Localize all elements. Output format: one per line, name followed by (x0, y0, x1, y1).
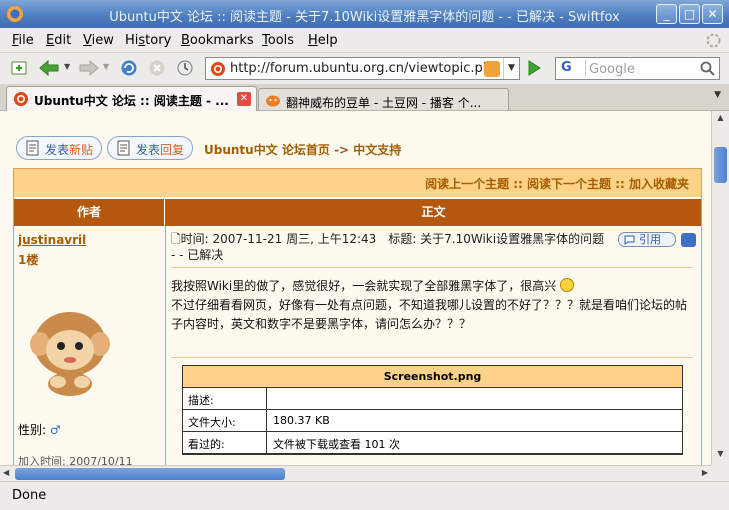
maximize-button[interactable]: □ (679, 4, 700, 24)
smile-emoticon-icon (560, 278, 575, 292)
menu-bar: File Edit View History Bookmarks Tools H… (0, 28, 729, 53)
vertical-scrollbar[interactable]: ▲ ▼ (711, 111, 729, 465)
attachment-row: 描述: (183, 388, 682, 410)
header-body: 正文 (421, 205, 446, 219)
tab-label: 翻神威布的豆单 - 土豆网 - 播客 个... (286, 96, 482, 110)
status-bar: Done (0, 481, 729, 510)
post-meta: 🗋时间: 2007-11-21 周三, 上午12:43 标题: 关于7.10Wi… (171, 232, 605, 262)
horizontal-scroll-thumb[interactable] (15, 468, 285, 480)
tab-ubuntu-forum[interactable]: Ubuntu中文 论坛 :: 阅读主题 - ... ✕ (6, 86, 257, 111)
tab-tudou[interactable]: 翻神威布的豆单 - 土豆网 - 播客 个... (258, 88, 509, 110)
menu-view[interactable]: View (83, 33, 114, 48)
close-tab-icon[interactable]: ✕ (237, 92, 251, 106)
back-icon[interactable] (38, 59, 60, 77)
attachment-row: 看过的: 文件被下载或查看 101 次 (183, 432, 682, 454)
attachment-filename[interactable]: Screenshot.png (183, 366, 682, 388)
table-header: 作者 正文 (14, 199, 701, 226)
breadcrumb-forum-link[interactable]: 中文支持 (353, 143, 401, 157)
search-placeholder[interactable]: Google (589, 62, 635, 77)
edit-icon[interactable] (681, 233, 696, 247)
close-window-button[interactable]: ✕ (702, 4, 723, 24)
page-content: 发表新贴 发表回复 Ubuntu中文 论坛首页 -> 中文支持 阅读上一个主题 … (0, 111, 711, 465)
horizontal-scrollbar[interactable]: ◀ ▶ (0, 465, 711, 481)
topic-table: 阅读上一个主题 :: 阅读下一个主题 :: 加入收藏夹 作者 正文 justin… (13, 168, 702, 465)
forward-icon[interactable] (78, 59, 100, 77)
author-username-link[interactable]: justinavril (18, 233, 86, 247)
new-tab-icon[interactable] (10, 59, 28, 77)
quote-icon (624, 235, 635, 245)
menu-edit[interactable]: Edit (46, 33, 71, 48)
author-column: justinavril 1楼 性别: ♂ 加入时间: 2007/10/11 (14, 226, 166, 465)
post-body: 我按照Wiki里的做了，感觉很好，一会就实现了全部雅黑字体了，很高兴 不过仔细看… (171, 278, 688, 331)
post-column: 🗋时间: 2007-11-21 周三, 上午12:43 标题: 关于7.10Wi… (167, 226, 701, 465)
url-dropdown-icon[interactable]: ▼ (503, 58, 519, 79)
tudou-favicon-icon (266, 95, 280, 107)
ubuntu-favicon-icon (14, 92, 28, 106)
reply-icon (117, 140, 130, 156)
back-history-dropdown-icon[interactable]: ▼ (64, 62, 70, 71)
post-floor: 1楼 (18, 253, 39, 267)
search-box[interactable]: G Google (555, 57, 720, 80)
tab-bar: Ubuntu中文 论坛 :: 阅读主题 - ... ✕ 翻神威布的豆单 - 土豆… (0, 84, 729, 111)
menu-help[interactable]: Help (308, 33, 338, 48)
scroll-right-icon[interactable]: ▶ (702, 468, 708, 477)
minimize-button[interactable]: _ (656, 4, 677, 24)
reply-button[interactable]: 发表回复 (107, 136, 194, 160)
avatar (30, 312, 110, 396)
breadcrumb: Ubuntu中文 论坛首页 -> 中文支持 (204, 143, 402, 157)
post-divider (171, 357, 693, 358)
stop-icon[interactable] (148, 59, 166, 77)
menu-history[interactable]: History (125, 33, 171, 48)
topic-nav-links[interactable]: 阅读上一个主题 :: 阅读下一个主题 :: 加入收藏夹 (14, 169, 701, 197)
post-divider (171, 267, 693, 268)
url-text[interactable]: http://forum.ubuntu.org.cn/viewtopic.php (230, 61, 485, 76)
male-icon: ♂ (49, 423, 61, 437)
address-bar[interactable]: http://forum.ubuntu.org.cn/viewtopic.php… (205, 57, 520, 80)
tab-list-dropdown-icon[interactable]: ▼ (714, 90, 721, 100)
rss-feed-icon[interactable] (484, 61, 500, 77)
menu-tools[interactable]: Tools (262, 33, 294, 48)
joined-date: 加入时间: 2007/10/11 (18, 455, 133, 465)
search-icon[interactable] (699, 60, 717, 78)
go-icon[interactable] (525, 59, 543, 77)
navigation-toolbar: ▼ ▼ http://forum.ubuntu.org.cn/viewtopic… (0, 53, 729, 84)
post-doc-icon: 🗋 (171, 232, 181, 246)
ubuntu-favicon-icon (211, 62, 225, 76)
attachment-row: 文件大小: 180.37 KB (183, 410, 682, 432)
home-icon[interactable] (176, 59, 194, 77)
status-text: Done (12, 488, 47, 503)
window-title: Ubuntu中文 论坛 :: 阅读主题 - 关于7.10Wiki设置雅黑字体的问… (109, 10, 620, 25)
gender-field: 性别: ♂ (18, 423, 61, 437)
scroll-down-icon[interactable]: ▼ (714, 449, 727, 463)
search-engine-google-icon[interactable]: G (558, 60, 586, 77)
scroll-left-icon[interactable]: ◀ (3, 468, 9, 477)
attachment-table: Screenshot.png 描述: 文件大小: 180.37 KB 看过的: … (182, 365, 683, 455)
quote-button[interactable]: 引用 (618, 232, 676, 247)
scroll-corner (711, 465, 729, 481)
throbber-icon (706, 33, 721, 48)
tab-label: Ubuntu中文 论坛 :: 阅读主题 - ... (34, 94, 229, 108)
menu-bookmarks[interactable]: Bookmarks (181, 33, 254, 48)
vertical-scroll-thumb[interactable] (714, 147, 727, 183)
reload-icon[interactable] (120, 59, 138, 77)
title-bar: Ubuntu中文 论坛 :: 阅读主题 - 关于7.10Wiki设置雅黑字体的问… (0, 0, 729, 28)
new-post-icon (26, 140, 39, 156)
scroll-up-icon[interactable]: ▲ (714, 113, 727, 127)
menu-file[interactable]: File (12, 33, 34, 48)
breadcrumb-home-link[interactable]: Ubuntu中文 论坛首页 (204, 143, 330, 157)
new-topic-button[interactable]: 发表新贴 (16, 136, 103, 160)
header-author: 作者 (14, 199, 165, 226)
forward-history-dropdown-icon[interactable]: ▼ (103, 62, 109, 71)
